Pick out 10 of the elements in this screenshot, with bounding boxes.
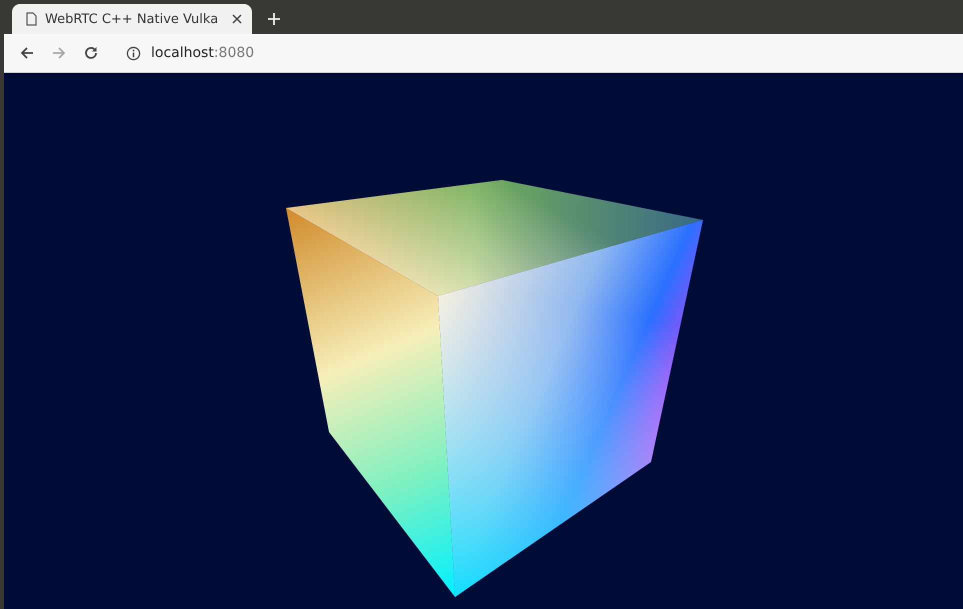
info-icon[interactable] xyxy=(126,46,141,60)
right-arrow-icon xyxy=(51,45,67,61)
page-icon xyxy=(26,12,37,26)
close-icon[interactable] xyxy=(232,14,242,24)
url-text[interactable]: localhost:8080 xyxy=(151,45,254,61)
left-arrow-icon xyxy=(19,45,35,61)
reload-icon xyxy=(83,45,99,61)
tab-title: WebRTC C++ Native Vulka xyxy=(45,12,220,26)
browser-tab[interactable]: WebRTC C++ Native Vulka xyxy=(12,4,252,34)
plus-icon xyxy=(267,12,281,26)
